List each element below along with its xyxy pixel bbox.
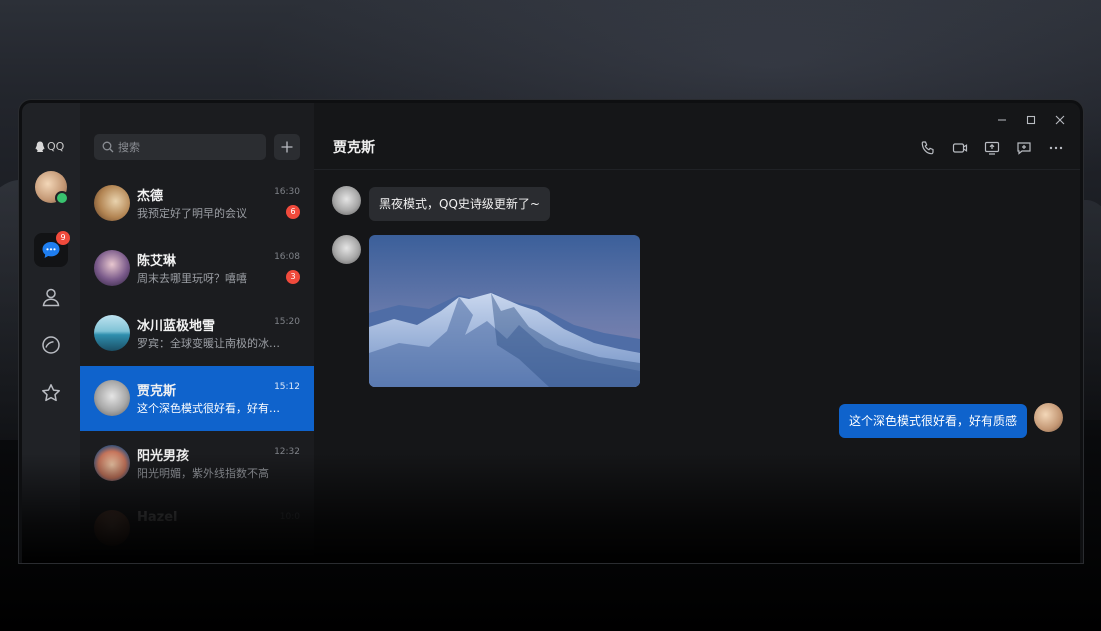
- more-icon: [1049, 146, 1063, 150]
- qq-window: QQ 9 搜索 杰德 16:30 我预定好了明早的会议 6 陈艾琳 16:08 …: [19, 100, 1083, 563]
- contact-name: 陈艾琳: [137, 254, 177, 269]
- last-message: 我预定好了明早的会议: [137, 207, 247, 220]
- message-time: 12:32: [274, 447, 300, 457]
- minimize-button[interactable]: [987, 111, 1016, 129]
- nav-contacts-button[interactable]: [34, 280, 68, 314]
- plus-icon: [281, 141, 293, 153]
- my-message-avatar[interactable]: [1034, 403, 1063, 432]
- contact-avatar: [94, 510, 130, 546]
- conversation-item[interactable]: 阳光男孩 12:32 阳光明媚，紫外线指数不高: [80, 431, 314, 496]
- video-call-button[interactable]: [944, 138, 976, 158]
- sender-avatar[interactable]: [332, 186, 361, 215]
- message-time: 15:20: [274, 317, 300, 327]
- unread-badge: 6: [286, 205, 300, 219]
- message-time: 10:0: [279, 512, 300, 522]
- message-time: 15:12: [274, 382, 300, 392]
- contacts-icon: [42, 288, 60, 307]
- penguin-icon: [35, 141, 45, 152]
- contact-name: 冰川蓝极地雪: [137, 319, 216, 334]
- search-icon: [102, 141, 114, 153]
- online-status-dot: [55, 191, 69, 205]
- message-bubble-incoming[interactable]: 黑夜模式，QQ史诗级更新了~: [369, 187, 550, 221]
- last-message: 周末去哪里玩呀？嘻嘻: [137, 272, 247, 285]
- nav-favorites-button[interactable]: [34, 376, 68, 410]
- window-controls: [987, 111, 1074, 129]
- app-brand: QQ: [35, 140, 64, 153]
- conversation-list: 杰德 16:30 我预定好了明早的会议 6 陈艾琳 16:08 周末去哪里玩呀？…: [80, 103, 314, 563]
- voice-call-button[interactable]: [912, 138, 944, 158]
- video-camera-icon: [952, 143, 968, 153]
- close-icon: [1055, 115, 1064, 125]
- star-icon: [42, 384, 60, 402]
- mountain-photo: [369, 235, 640, 387]
- contact-avatar: [94, 380, 130, 416]
- chat-panel: 贾克斯 黑夜模式，QQ史诗级更新了~ 这个深色模式很好看，好有质感: [314, 103, 1080, 563]
- add-button[interactable]: [274, 134, 300, 160]
- maximize-icon: [1026, 115, 1035, 125]
- chat-toolbar: [912, 138, 1072, 158]
- screen-share-icon: [984, 141, 1000, 155]
- last-message: 阳光明媚，紫外线指数不高: [137, 467, 269, 480]
- contact-name: 阳光男孩: [137, 449, 190, 464]
- contact-name: 贾克斯: [137, 384, 177, 399]
- header-divider: [314, 169, 1080, 170]
- chat-plus-icon: [1017, 142, 1031, 155]
- last-message: 罗宾：全球变暖让南极的冰…: [137, 337, 280, 350]
- nav-chat-button[interactable]: 9: [34, 231, 70, 267]
- chat-unread-badge: 9: [56, 231, 70, 245]
- message-time: 16:08: [274, 252, 300, 262]
- message-time: 16:30: [274, 187, 300, 197]
- contact-name: Hazel: [137, 510, 178, 525]
- conversation-item[interactable]: Hazel 10:0: [80, 496, 314, 561]
- search-input[interactable]: [118, 140, 258, 154]
- unread-badge: 3: [286, 270, 300, 284]
- nav-rail: QQ 9: [22, 103, 80, 563]
- nav-channels-button[interactable]: [34, 328, 68, 362]
- minimize-icon: [997, 119, 1006, 121]
- sender-avatar[interactable]: [332, 235, 361, 264]
- my-avatar[interactable]: [35, 171, 69, 205]
- conversation-item[interactable]: 陈艾琳 16:08 周末去哪里玩呀？嘻嘻 3: [80, 236, 314, 301]
- contact-avatar: [94, 445, 130, 481]
- chat-title: 贾克斯: [333, 140, 375, 156]
- add-chat-button[interactable]: [1008, 138, 1040, 158]
- close-button[interactable]: [1045, 111, 1074, 129]
- screen-share-button[interactable]: [976, 138, 1008, 158]
- message-bubble-outgoing[interactable]: 这个深色模式很好看，好有质感: [838, 404, 1027, 438]
- last-message: 这个深色模式很好看，好有质感: [137, 402, 285, 415]
- planet-icon: [42, 336, 60, 354]
- app-brand-label: QQ: [47, 140, 65, 153]
- maximize-button[interactable]: [1016, 111, 1045, 129]
- more-options-button[interactable]: [1040, 138, 1072, 158]
- contact-avatar: [94, 185, 130, 221]
- search-box[interactable]: [94, 134, 266, 160]
- conversation-item[interactable]: 冰川蓝极地雪 15:20 罗宾：全球变暖让南极的冰…: [80, 301, 314, 366]
- phone-icon: [921, 141, 934, 155]
- contact-avatar: [94, 315, 130, 351]
- conversation-item-selected[interactable]: 贾克斯 15:12 这个深色模式很好看，好有质感: [80, 366, 314, 431]
- image-message[interactable]: [369, 235, 640, 387]
- conversation-item[interactable]: 杰德 16:30 我预定好了明早的会议 6: [80, 171, 314, 236]
- contact-name: 杰德: [137, 189, 164, 204]
- contact-avatar: [94, 250, 130, 286]
